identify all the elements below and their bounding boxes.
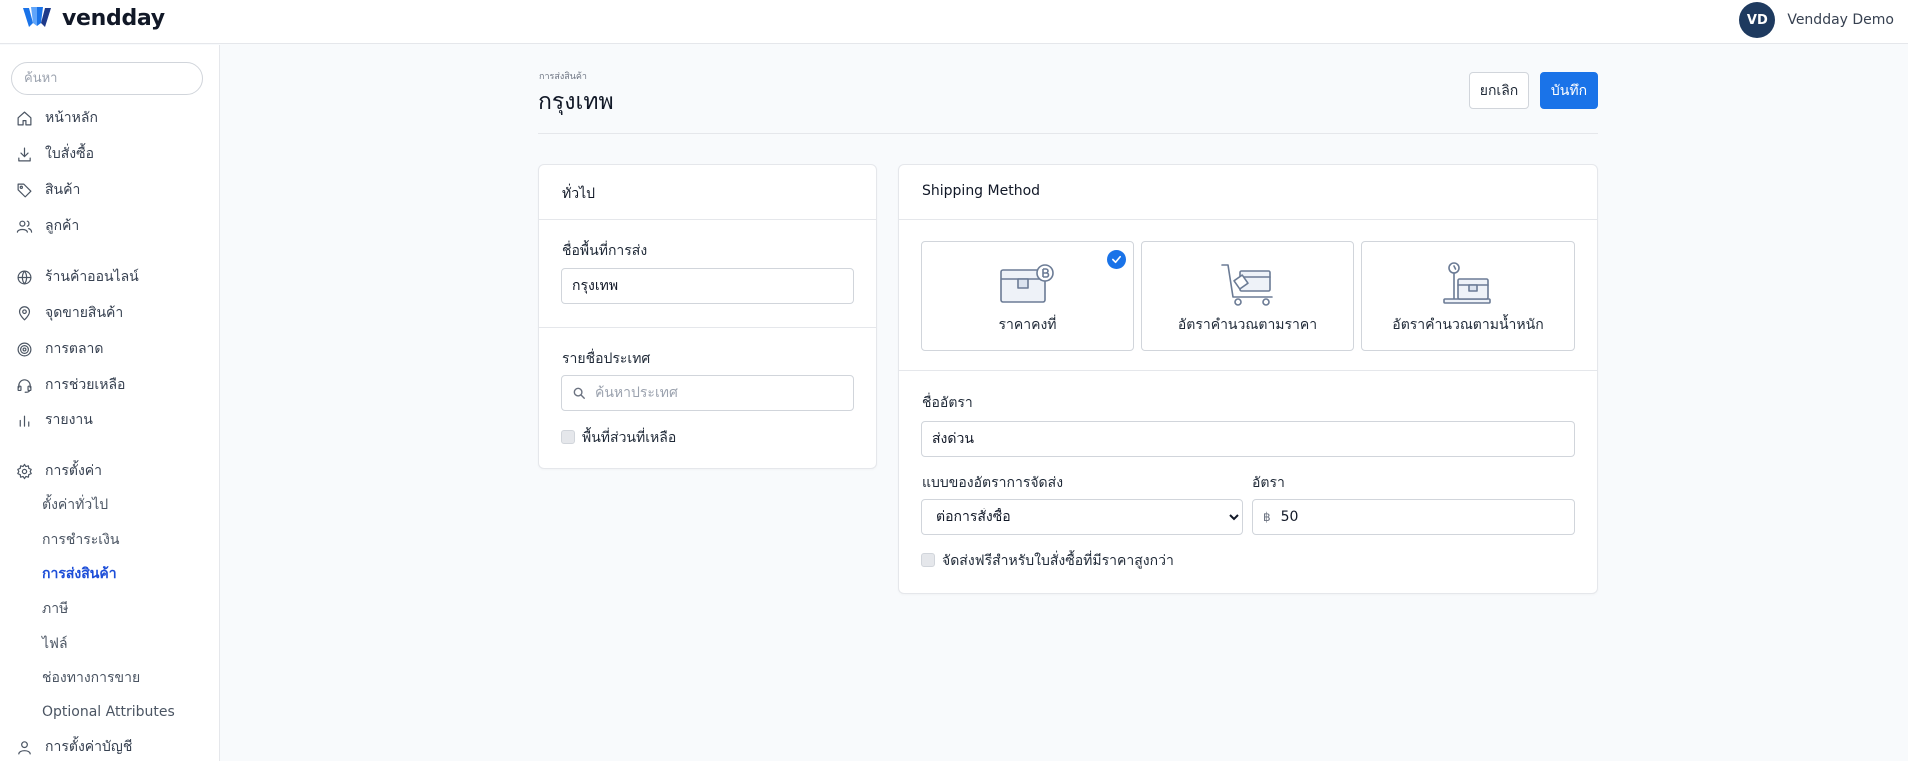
country-search-placeholder: ค้นหาประเทศ [595,385,678,401]
search-icon [573,387,585,399]
cancel-button[interactable]: ยกเลิก [1469,72,1529,109]
sidebar-sub-tax[interactable]: ภาษี [42,598,68,620]
sidebar-item-label: การช่วยเหลือ [45,377,126,393]
sidebar-sub-general[interactable]: ตั้งค่าทั่วไป [42,494,108,516]
sidebar-item-label: ใบสั่งซื้อ [45,146,95,162]
rate-type-label: แบบของอัตราการจัดส่ง [922,475,1064,491]
sidebar-item-label: การตลาด [45,341,104,357]
sidebar-search-input[interactable] [11,62,203,95]
save-button[interactable]: บันทึก [1540,72,1598,109]
download-icon [18,147,31,161]
bar-chart-icon [19,415,30,427]
sidebar-item-label: ร้านค้าออนไลน์ [45,269,139,285]
headset-icon [17,378,32,393]
rate-value: 50 [1280,509,1299,525]
sidebar-item-label: การตั้งค่า [45,463,103,479]
zone-name-label: ชื่อพื้นที่การส่ง [562,243,648,259]
tag-icon [17,183,32,197]
sidebar-item-settings[interactable]: การตั้งค่า [16,459,102,483]
user-menu[interactable]: VD Vendday Demo [1739,2,1894,38]
box-coin-icon [999,264,1054,303]
rate-label: อัตรา [1252,475,1285,491]
sidebar-item-label: รายงาน [45,412,93,428]
sidebar-sub-files[interactable]: ไฟล์ [42,633,68,655]
app-name: vendday [62,5,165,31]
country-search-input[interactable]: ค้นหาประเทศ [561,375,854,411]
sidebar-item-customers[interactable]: ลูกค้า [16,214,79,238]
sidebar: หน้าหลัก ใบสั่งซื้อ สินค้า ลูกค้า ร้านค้… [0,45,220,761]
card-divider [899,219,1597,220]
method-tile-flat-rate[interactable]: ราคาคงที่ [921,241,1134,351]
sidebar-item-online-store[interactable]: ร้านค้าออนไลน์ [16,265,139,289]
method-tile-weight-based[interactable]: อัตราคำนวณตามน้ำหนัก [1361,241,1575,351]
scale-box-icon [1443,262,1491,304]
rate-input[interactable]: ฿ 50 [1252,499,1575,535]
sidebar-item-label: จุดขายสินค้า [45,305,124,321]
currency-symbol: ฿ [1263,510,1271,524]
sidebar-item-support[interactable]: การช่วยเหลือ [16,373,125,397]
rate-name-value: ส่งด่วน [932,431,974,447]
general-card-title: ทั่วไป [562,186,596,202]
shipping-method-card: Shipping Method ราคาคงที่ อัตราคำนวณตามร… [898,164,1598,594]
zone-name-value: กรุงเทพ [572,278,619,294]
user-icon [18,740,31,754]
sidebar-item-label: ลูกค้า [45,218,80,234]
general-card: ทั่วไป ชื่อพื้นที่การส่ง กรุงเทพ รายชื่อ… [538,164,877,469]
sidebar-item-home[interactable]: หน้าหลัก [16,106,98,130]
selected-check-badge [1107,250,1126,269]
sidebar-item-label: หน้าหลัก [45,110,98,126]
card-divider [539,327,876,328]
gear-icon [17,463,32,479]
header-divider [538,133,1598,134]
sidebar-item-marketing[interactable]: การตลาด [16,337,103,361]
rest-of-world-checkbox[interactable] [561,430,575,444]
sidebar-item-orders[interactable]: ใบสั่งซื้อ [16,142,94,166]
rate-name-label: ชื่ออัตรา [922,395,973,411]
cart-box-icon [1220,264,1273,306]
method-tile-price-based[interactable]: อัตราคำนวณตามราคา [1141,241,1354,351]
card-divider [899,370,1597,371]
sidebar-item-label: การตั้งค่าบัญชี [45,739,133,755]
home-icon [17,111,32,125]
sidebar-item-reports[interactable]: รายงาน [16,408,93,432]
breadcrumb[interactable]: การส่งสินค้า [539,69,587,83]
method-label: อัตราคำนวณตามราคา [1177,317,1318,333]
target-icon [17,342,32,356]
rest-of-world-label[interactable]: พื้นที่ส่วนที่เหลือ [582,427,676,449]
free-shipping-checkbox[interactable] [921,553,935,567]
sidebar-sub-shipping[interactable]: การส่งสินค้า [42,563,117,585]
users-icon [16,220,33,233]
page-title: กรุงเทพ [538,89,614,115]
rate-type-select[interactable]: ต่อการสั่งซื้อ [921,499,1243,535]
sidebar-sub-optional-attributes[interactable]: Optional Attributes [42,701,175,723]
user-name[interactable]: Vendday Demo [1787,12,1894,28]
sidebar-sub-sales-channels[interactable]: ช่องทางการขาย [42,667,140,689]
zone-name-input[interactable]: กรุงเทพ [561,268,854,304]
sidebar-item-label: สินค้า [45,182,81,198]
sidebar-item-products[interactable]: สินค้า [16,178,80,202]
method-label: ราคาคงที่ [998,317,1057,333]
countries-label: รายชื่อประเทศ [562,351,651,367]
sidebar-sub-payment[interactable]: การชำระเงิน [42,529,119,551]
shipping-method-title: Shipping Method [922,183,1041,199]
vendday-logo-icon [23,7,51,27]
checkmark-icon [1112,255,1121,264]
globe-icon [17,270,32,284]
map-pin-icon [18,305,31,320]
card-divider [539,219,876,220]
rate-name-input[interactable]: ส่งด่วน [921,421,1575,457]
method-label: อัตราคำนวณตามน้ำหนัก [1392,317,1544,333]
sidebar-item-account-settings[interactable]: การตั้งค่าบัญชี [16,735,132,759]
sidebar-item-pos[interactable]: จุดขายสินค้า [16,301,123,325]
avatar[interactable]: VD [1739,2,1776,38]
top-bar: vendday VD Vendday Demo [0,0,1908,44]
app-logo[interactable]: vendday [20,5,165,31]
free-shipping-label[interactable]: จัดส่งฟรีสำหรับใบสั่งซื้อที่มีราคาสูงกว่… [942,550,1174,572]
